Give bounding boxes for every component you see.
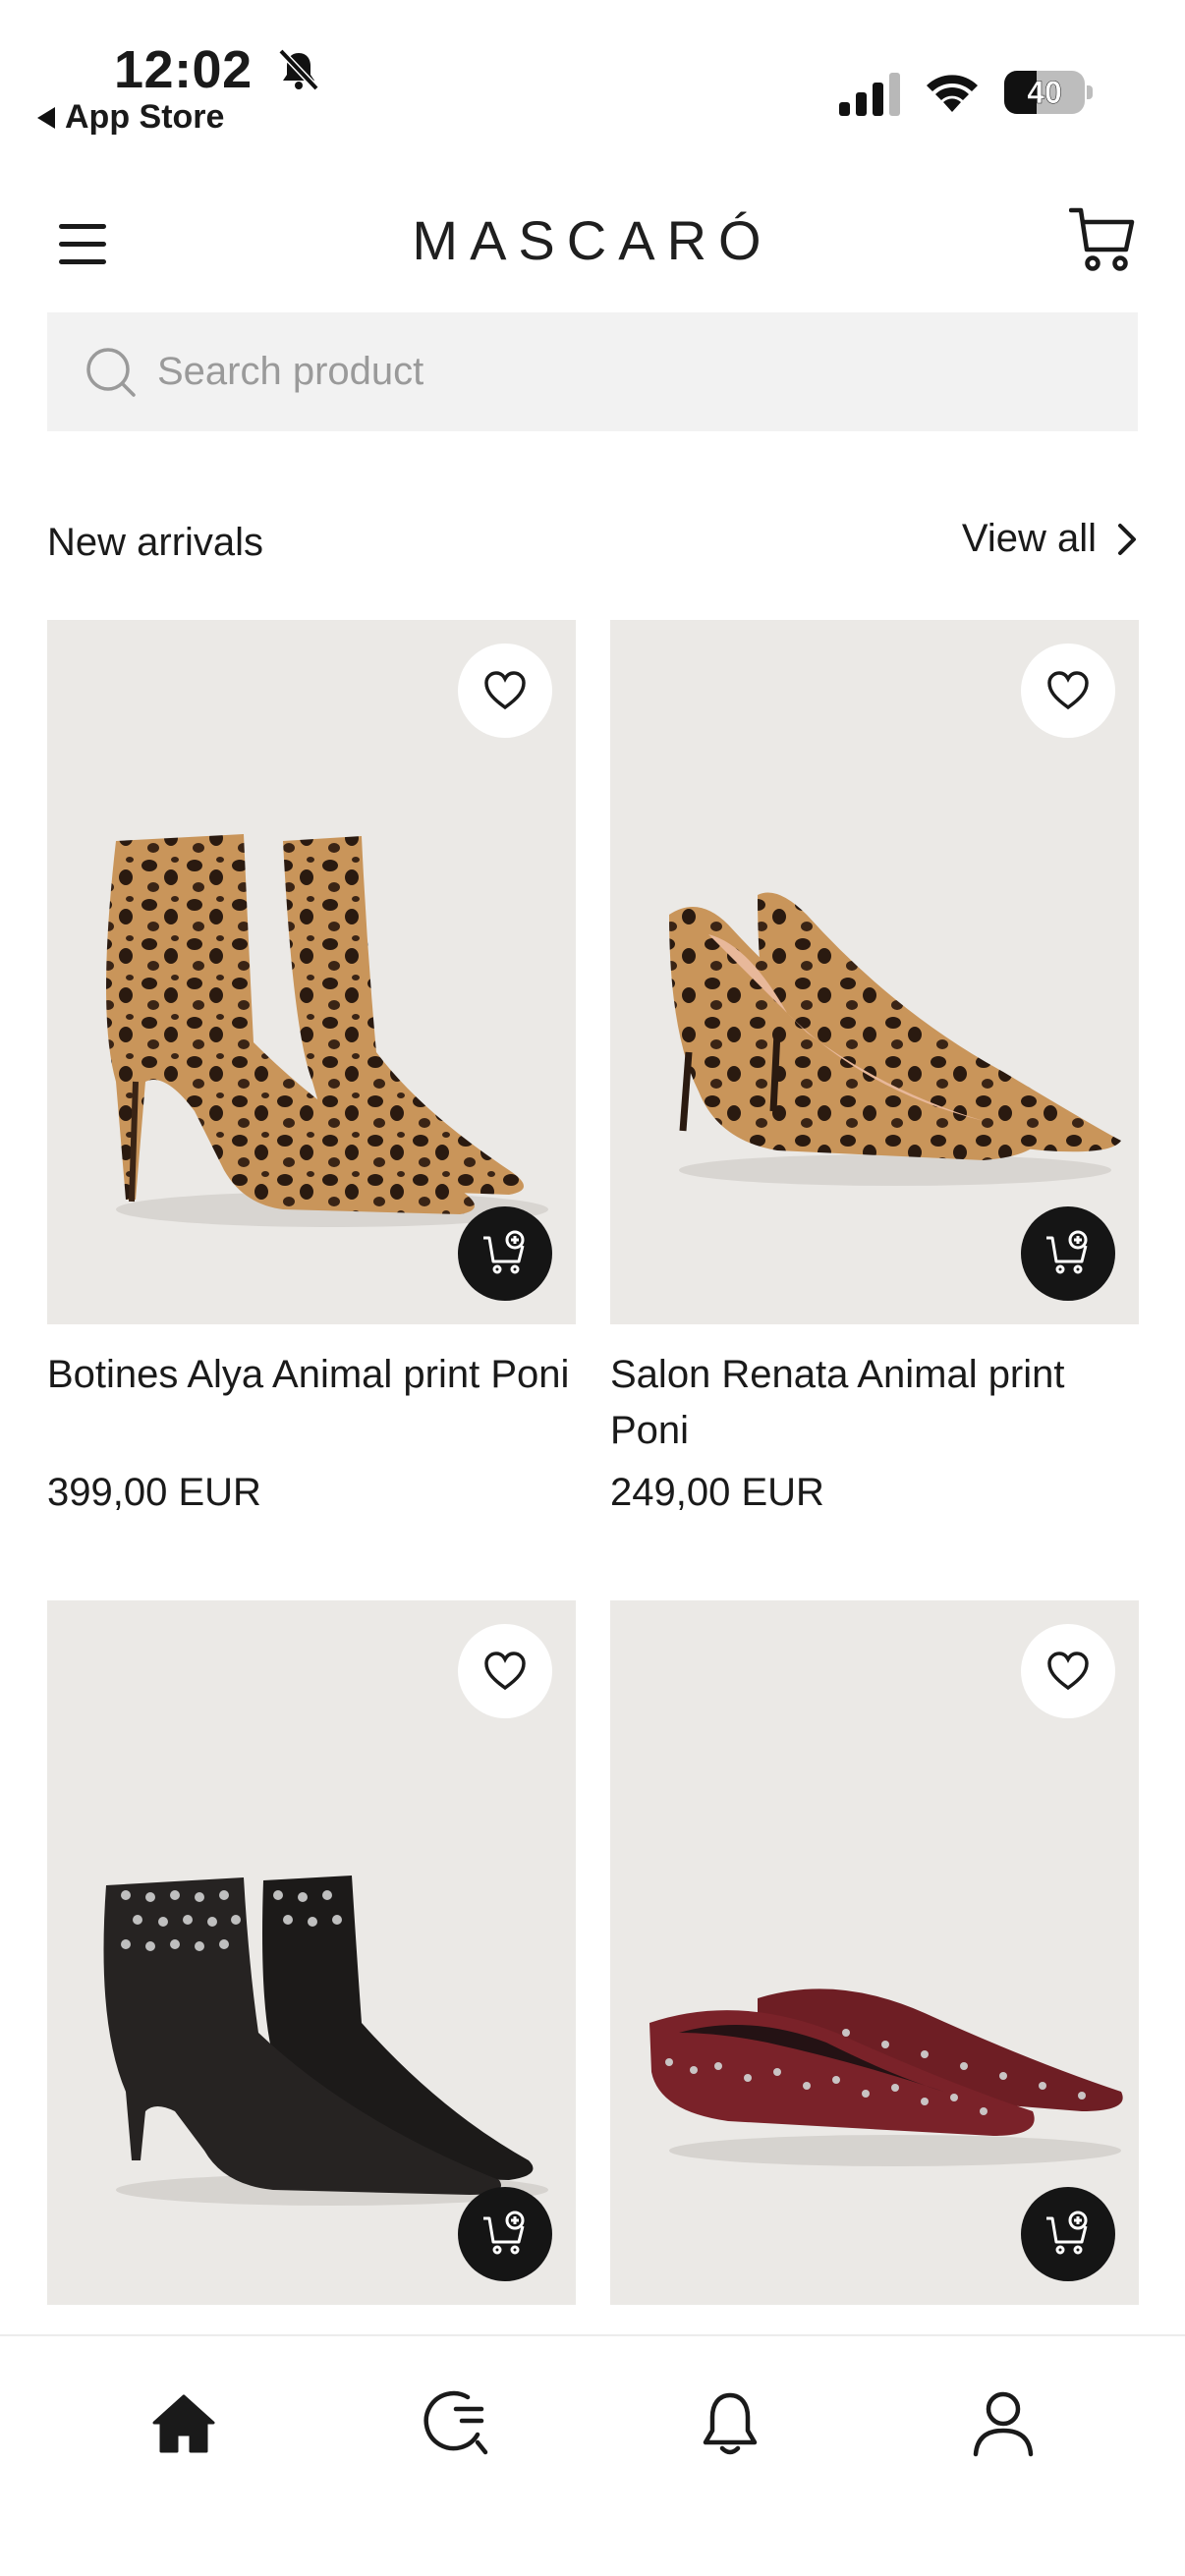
heart-icon <box>1047 1652 1089 1691</box>
heart-icon <box>484 1652 526 1691</box>
favorite-button[interactable] <box>1021 644 1115 738</box>
back-app-label: App Store <box>65 98 225 136</box>
nav-home[interactable] <box>140 2380 228 2468</box>
search-history-icon <box>423 2390 488 2455</box>
favorite-button[interactable] <box>458 644 552 738</box>
search-input[interactable] <box>157 312 1100 431</box>
cellular-signal-icon <box>839 73 900 116</box>
heart-icon <box>484 671 526 710</box>
product-image-black-studded-ankle-boots[interactable] <box>47 1600 576 2305</box>
product-name[interactable]: Salon Renata Animal print Poni <box>610 1347 1139 1459</box>
home-icon <box>152 2394 215 2453</box>
brand-logo[interactable]: MASCARÓ <box>396 208 789 272</box>
product-image-leopard-pumps[interactable] <box>610 620 1139 1324</box>
add-to-cart-button[interactable] <box>458 2187 552 2281</box>
cart-icon[interactable] <box>1069 204 1136 275</box>
cart-plus-icon <box>483 2211 525 2255</box>
add-to-cart-button[interactable] <box>458 1206 552 1301</box>
view-all-link[interactable]: View all <box>962 517 1138 561</box>
bottom-navigation <box>0 2334 1185 2576</box>
product-price: 249,00 EUR <box>610 1471 824 1514</box>
heart-icon <box>1047 671 1089 710</box>
nav-notifications[interactable] <box>686 2380 774 2468</box>
product-name[interactable]: Botines Alya Animal print Poni <box>47 1347 576 1403</box>
cart-plus-icon <box>483 1230 525 1274</box>
nav-profile[interactable] <box>959 2380 1047 2468</box>
search-bar[interactable] <box>47 312 1138 431</box>
chevron-right-icon <box>1118 523 1136 555</box>
menu-button[interactable] <box>55 218 110 269</box>
bell-slash-icon <box>278 48 319 91</box>
favorite-button[interactable] <box>458 1624 552 1718</box>
battery-level: 40 <box>1027 75 1062 111</box>
add-to-cart-button[interactable] <box>1021 1206 1115 1301</box>
back-to-app-store[interactable]: App Store <box>37 98 224 137</box>
product-price: 399,00 EUR <box>47 1471 261 1514</box>
section-title: New arrivals <box>47 521 264 564</box>
back-arrow-icon <box>37 106 55 129</box>
cart-plus-icon <box>1046 1230 1088 1274</box>
product-image-burgundy-studded-flats[interactable] <box>610 1600 1139 2305</box>
add-to-cart-button[interactable] <box>1021 2187 1115 2281</box>
wifi-icon <box>927 75 978 112</box>
view-all-label: View all <box>961 517 1097 560</box>
bell-icon <box>703 2392 758 2455</box>
nav-search-history[interactable] <box>413 2380 501 2468</box>
profile-icon <box>973 2391 1034 2457</box>
status-time: 12:02 <box>114 40 253 99</box>
product-image-leopard-ankle-boots[interactable] <box>47 620 576 1324</box>
cart-plus-icon <box>1046 2211 1088 2255</box>
search-icon <box>86 348 136 397</box>
battery-indicator: 40 <box>1004 71 1093 114</box>
status-bar: 12:02 App Store 40 <box>0 0 1185 147</box>
favorite-button[interactable] <box>1021 1624 1115 1718</box>
